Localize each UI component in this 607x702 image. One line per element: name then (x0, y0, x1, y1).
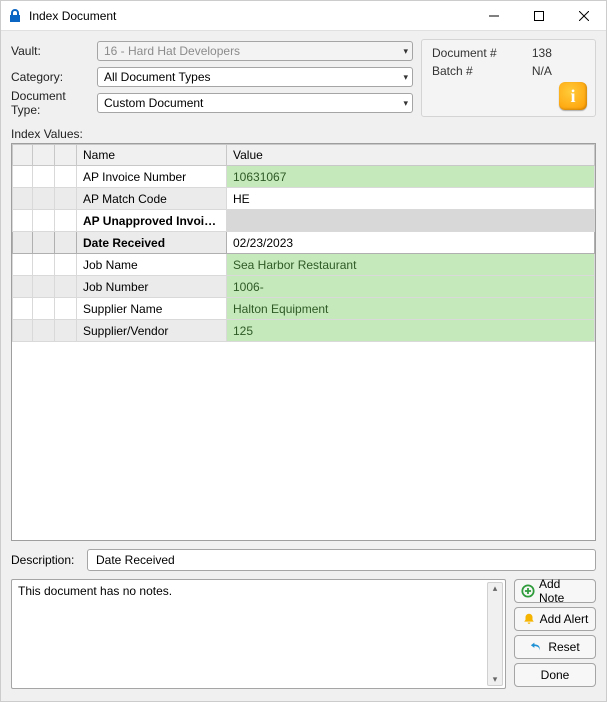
scrollbar[interactable]: ▴ ▾ (487, 582, 503, 686)
row-flag (33, 166, 55, 188)
notes-box[interactable]: This document has no notes. ▴ ▾ (11, 579, 506, 689)
scroll-down-icon[interactable]: ▾ (493, 674, 498, 685)
table-row[interactable]: Job NameSea Harbor Restaurant (13, 254, 595, 276)
doctype-dropdown[interactable]: Custom Document ▾ (97, 93, 413, 113)
category-dropdown[interactable]: All Document Types ▾ (97, 67, 413, 87)
row-flag (33, 276, 55, 298)
done-button[interactable]: Done (514, 663, 596, 687)
notes-text: This document has no notes. (18, 584, 172, 598)
row-name: Job Number (77, 276, 227, 298)
row-flag (55, 210, 77, 232)
row-flag (55, 276, 77, 298)
row-flag (33, 254, 55, 276)
batch-value: N/A (532, 64, 587, 78)
row-flag (55, 254, 77, 276)
reset-button[interactable]: Reset (514, 635, 596, 659)
minimize-button[interactable] (471, 1, 516, 31)
row-value[interactable]: 1006- (227, 276, 595, 298)
undo-arrow-icon (530, 640, 544, 654)
row-flag (55, 298, 77, 320)
row-flag (33, 320, 55, 342)
close-button[interactable] (561, 1, 606, 31)
grid-header-row: Name Value (13, 145, 595, 166)
vault-label: Vault: (11, 44, 97, 58)
row-selector (13, 232, 33, 254)
docnum-value: 138 (532, 46, 587, 60)
value-input[interactable] (233, 236, 588, 250)
category-value: All Document Types (104, 70, 211, 84)
table-row[interactable]: Job Number 1006- (13, 276, 595, 298)
titlebar: Index Document (1, 1, 606, 31)
row-flag (33, 298, 55, 320)
maximize-button[interactable] (516, 1, 561, 31)
table-row[interactable]: AP Unapproved Invoice... (13, 210, 595, 232)
category-label: Category: (11, 70, 97, 84)
row-flag (33, 210, 55, 232)
row-selector (13, 166, 33, 188)
grid-header-blank2[interactable] (33, 145, 55, 166)
row-flag (55, 232, 77, 254)
grid-header-name[interactable]: Name (77, 145, 227, 166)
row-name: Job Name (77, 254, 227, 276)
row-flag (33, 232, 55, 254)
batch-label: Batch # (432, 64, 524, 78)
doctype-value: Custom Document (104, 96, 203, 110)
vault-value: 16 - Hard Hat Developers (104, 44, 240, 58)
chevron-down-icon: ▾ (403, 98, 408, 109)
row-value[interactable]: Sea Harbor Restaurant (227, 254, 595, 276)
index-values-grid[interactable]: Name Value AP Invoice Number10631067AP M… (11, 143, 596, 541)
docnum-label: Document # (432, 46, 524, 60)
row-selector (13, 298, 33, 320)
row-value[interactable] (227, 232, 595, 254)
row-selector (13, 210, 33, 232)
table-row[interactable]: AP Invoice Number10631067 (13, 166, 595, 188)
info-box: Document # 138 Batch # N/A i (421, 39, 596, 117)
row-value[interactable]: HE (227, 188, 595, 210)
table-row[interactable]: AP Match CodeHE (13, 188, 595, 210)
lock-icon (7, 8, 23, 24)
bell-icon (522, 612, 536, 626)
window-title: Index Document (29, 9, 471, 23)
description-field[interactable]: Date Received (87, 549, 596, 571)
add-alert-button[interactable]: Add Alert (514, 607, 596, 631)
chevron-down-icon: ▾ (403, 46, 408, 57)
row-selector (13, 254, 33, 276)
row-value[interactable] (227, 210, 595, 232)
description-label: Description: (11, 553, 87, 567)
row-selector (13, 276, 33, 298)
description-value: Date Received (96, 553, 175, 567)
grid-header-blank1[interactable] (13, 145, 33, 166)
row-flag (55, 320, 77, 342)
row-flag (55, 188, 77, 210)
grid-header-value[interactable]: Value (227, 145, 595, 166)
row-name: AP Match Code (77, 188, 227, 210)
row-name: AP Invoice Number (77, 166, 227, 188)
row-selector (13, 188, 33, 210)
grid-header-blank3[interactable] (55, 145, 77, 166)
row-name: Date Received (77, 232, 227, 254)
row-value[interactable]: Halton Equipment (227, 298, 595, 320)
info-icon[interactable]: i (559, 82, 587, 110)
index-values-label: Index Values: (11, 127, 596, 141)
row-selector (13, 320, 33, 342)
row-flag (33, 188, 55, 210)
plus-circle-icon (521, 584, 535, 598)
row-value[interactable]: 125 (227, 320, 595, 342)
add-note-button[interactable]: Add Note (514, 579, 596, 603)
table-row[interactable]: Supplier NameHalton Equipment (13, 298, 595, 320)
table-row[interactable]: Supplier/Vendor125 (13, 320, 595, 342)
form-area: Vault: 16 - Hard Hat Developers ▾ Catego… (11, 39, 413, 117)
chevron-down-icon: ▾ (403, 72, 408, 83)
doctype-label: Document Type: (11, 89, 97, 117)
row-flag (55, 166, 77, 188)
row-name: AP Unapproved Invoice... (77, 210, 227, 232)
row-value[interactable]: 10631067 (227, 166, 595, 188)
row-name: Supplier Name (77, 298, 227, 320)
scroll-up-icon[interactable]: ▴ (493, 583, 498, 594)
table-row[interactable]: Date Received (13, 232, 595, 254)
row-name: Supplier/Vendor (77, 320, 227, 342)
vault-dropdown: 16 - Hard Hat Developers ▾ (97, 41, 413, 61)
